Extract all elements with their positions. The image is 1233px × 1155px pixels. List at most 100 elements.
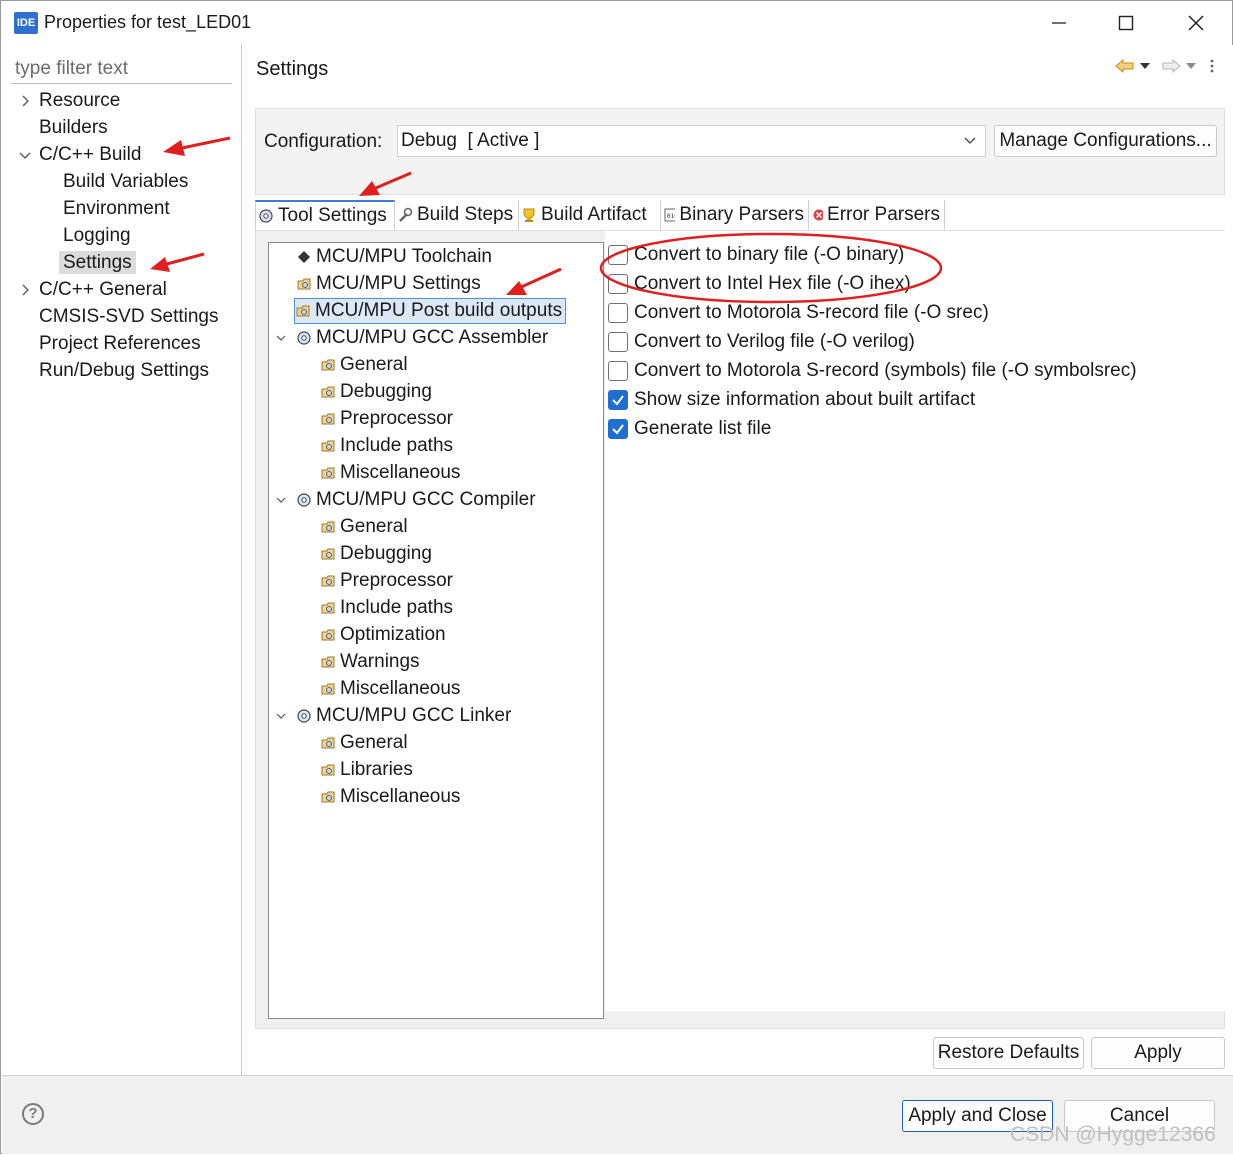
tree-item-cc-preprocessor[interactable]: Preprocessor	[320, 568, 453, 594]
minimize-button[interactable]	[1024, 1, 1094, 45]
checkbox[interactable]	[608, 390, 628, 410]
configuration-label: Configuration:	[264, 131, 383, 152]
chevron-down-icon[interactable]	[17, 142, 33, 168]
post-build-options: Convert to binary file (-O binary) Conve…	[605, 231, 1225, 1011]
option-convert-binary[interactable]: Convert to binary file (-O binary)	[608, 243, 904, 267]
tree-item-ld-miscellaneous[interactable]: Miscellaneous	[320, 784, 460, 810]
tree-item-gcc-compiler[interactable]: MCU/MPU GCC Compiler	[296, 487, 536, 513]
nav-item-environment[interactable]: Environment	[63, 196, 170, 222]
nav-item-label: Logging	[63, 225, 131, 246]
checkbox[interactable]	[608, 361, 628, 381]
forward-menu-button[interactable]	[1185, 55, 1197, 77]
forward-arrow-icon	[1162, 59, 1181, 73]
nav-item-cpp-general[interactable]: C/C++ General	[22, 277, 167, 303]
option-convert-srec[interactable]: Convert to Motorola S-record file (-O sr…	[608, 301, 989, 325]
option-category-icon	[297, 278, 311, 290]
option-category-icon	[321, 764, 335, 776]
tree-item-label: Debugging	[340, 543, 432, 564]
tree-item-cc-debugging[interactable]: Debugging	[320, 541, 432, 567]
tree-item-ld-general[interactable]: General	[320, 730, 408, 756]
tree-item-cc-warnings[interactable]: Warnings	[320, 649, 420, 675]
view-menu-button[interactable]	[1209, 55, 1215, 77]
option-convert-verilog[interactable]: Convert to Verilog file (-O verilog)	[608, 330, 915, 354]
maximize-icon	[1118, 15, 1134, 31]
tree-item-toolchain[interactable]: MCU/MPU Toolchain	[296, 244, 492, 270]
tree-item-cc-general[interactable]: General	[320, 514, 408, 540]
nav-item-cpp-build[interactable]: C/C++ Build	[19, 142, 141, 168]
option-label: Convert to Intel Hex file (-O ihex)	[634, 273, 911, 294]
tree-item-post-build-outputs[interactable]: MCU/MPU Post build outputs	[294, 298, 567, 324]
nav-item-project-references[interactable]: Project References	[39, 331, 201, 357]
tree-item-gcc-linker[interactable]: MCU/MPU GCC Linker	[296, 703, 511, 729]
chevron-down-icon[interactable]	[274, 325, 288, 351]
option-convert-symbolsrec[interactable]: Convert to Motorola S-record (symbols) f…	[608, 359, 1137, 383]
chevron-down-icon[interactable]	[274, 703, 288, 729]
tree-item-label: Miscellaneous	[340, 678, 461, 699]
dropdown-arrow-icon	[1140, 63, 1150, 69]
forward-button[interactable]	[1161, 55, 1181, 77]
tree-item-asm-debugging[interactable]: Debugging	[320, 379, 432, 405]
nav-item-logging[interactable]: Logging	[63, 223, 131, 249]
checkbox[interactable]	[608, 303, 628, 323]
tab-binary-parsers[interactable]: 010 Binary Parsers	[661, 200, 809, 230]
tree-item-ld-libraries[interactable]: Libraries	[320, 757, 413, 783]
tree-item-asm-general[interactable]: General	[320, 352, 408, 378]
tree-item-asm-include-paths[interactable]: Include paths	[320, 433, 453, 459]
chevron-right-icon[interactable]	[17, 88, 33, 114]
restore-defaults-button[interactable]: Restore Defaults	[933, 1037, 1084, 1069]
tab-build-artifact[interactable]: Build Artifact	[519, 200, 661, 230]
option-category-icon	[321, 602, 335, 614]
nav-item-label: CMSIS-SVD Settings	[39, 306, 219, 327]
gear-icon	[259, 209, 273, 223]
more-vertical-icon	[1210, 59, 1214, 73]
option-category-icon	[321, 737, 335, 749]
tab-build-steps[interactable]: Build Steps	[395, 200, 519, 230]
nav-item-label: Environment	[63, 198, 170, 219]
option-category-icon	[321, 656, 335, 668]
tree-item-asm-preprocessor[interactable]: Preprocessor	[320, 406, 453, 432]
ide-app-icon: IDE	[14, 12, 38, 34]
tool-settings-content: MCU/MPU Toolchain MCU/MPU Settings MCU/M…	[255, 230, 1225, 1029]
back-button[interactable]	[1115, 55, 1135, 77]
nav-item-label: C/C++ General	[39, 279, 167, 300]
filter-input[interactable]	[11, 54, 232, 84]
tab-error-parsers[interactable]: Error Parsers	[809, 200, 945, 230]
checkbox[interactable]	[608, 332, 628, 352]
tree-item-cc-include-paths[interactable]: Include paths	[320, 595, 453, 621]
help-icon[interactable]: ?	[22, 1103, 44, 1125]
manage-configurations-button[interactable]: Manage Configurations...	[994, 125, 1217, 157]
chevron-down-icon[interactable]	[274, 487, 288, 513]
nav-item-run-debug[interactable]: Run/Debug Settings	[39, 358, 209, 384]
option-show-size[interactable]: Show size information about built artifa…	[608, 388, 975, 412]
tree-item-label: Libraries	[340, 759, 413, 780]
maximize-button[interactable]	[1091, 1, 1161, 45]
nav-item-resource[interactable]: Resource	[22, 88, 120, 114]
option-convert-ihex[interactable]: Convert to Intel Hex file (-O ihex)	[608, 272, 911, 296]
option-generate-list[interactable]: Generate list file	[608, 417, 771, 441]
nav-item-settings[interactable]: Settings	[59, 250, 136, 276]
tree-item-label: MCU/MPU GCC Compiler	[316, 489, 536, 510]
tree-item-label: General	[340, 516, 408, 537]
nav-item-builders[interactable]: Builders	[39, 115, 108, 141]
checkbox[interactable]	[608, 274, 628, 294]
tab-tool-settings[interactable]: Tool Settings	[255, 200, 395, 230]
checkbox[interactable]	[608, 419, 628, 439]
option-category-icon	[321, 467, 335, 479]
nav-item-build-variables[interactable]: Build Variables	[63, 169, 188, 195]
option-label: Convert to Verilog file (-O verilog)	[634, 331, 915, 352]
tree-item-cc-miscellaneous[interactable]: Miscellaneous	[320, 676, 460, 702]
apply-button[interactable]: Apply	[1091, 1037, 1225, 1069]
configuration-select[interactable]: Debug [ Active ]	[397, 125, 986, 157]
properties-dialog: IDE Properties for test_LED01 Resource B…	[0, 0, 1233, 1154]
tree-item-gcc-assembler[interactable]: MCU/MPU GCC Assembler	[296, 325, 548, 351]
chevron-right-icon[interactable]	[17, 277, 33, 303]
tree-item-cc-optimization[interactable]: Optimization	[320, 622, 446, 648]
checkbox[interactable]	[608, 245, 628, 265]
tree-item-asm-miscellaneous[interactable]: Miscellaneous	[320, 460, 460, 486]
tab-label: Build Steps	[417, 204, 514, 225]
nav-item-cmsis-svd[interactable]: CMSIS-SVD Settings	[39, 304, 219, 330]
back-menu-button[interactable]	[1139, 55, 1151, 77]
close-button[interactable]	[1161, 1, 1231, 45]
tree-item-mcu-settings[interactable]: MCU/MPU Settings	[296, 271, 481, 297]
tree-item-label: Optimization	[340, 624, 446, 645]
